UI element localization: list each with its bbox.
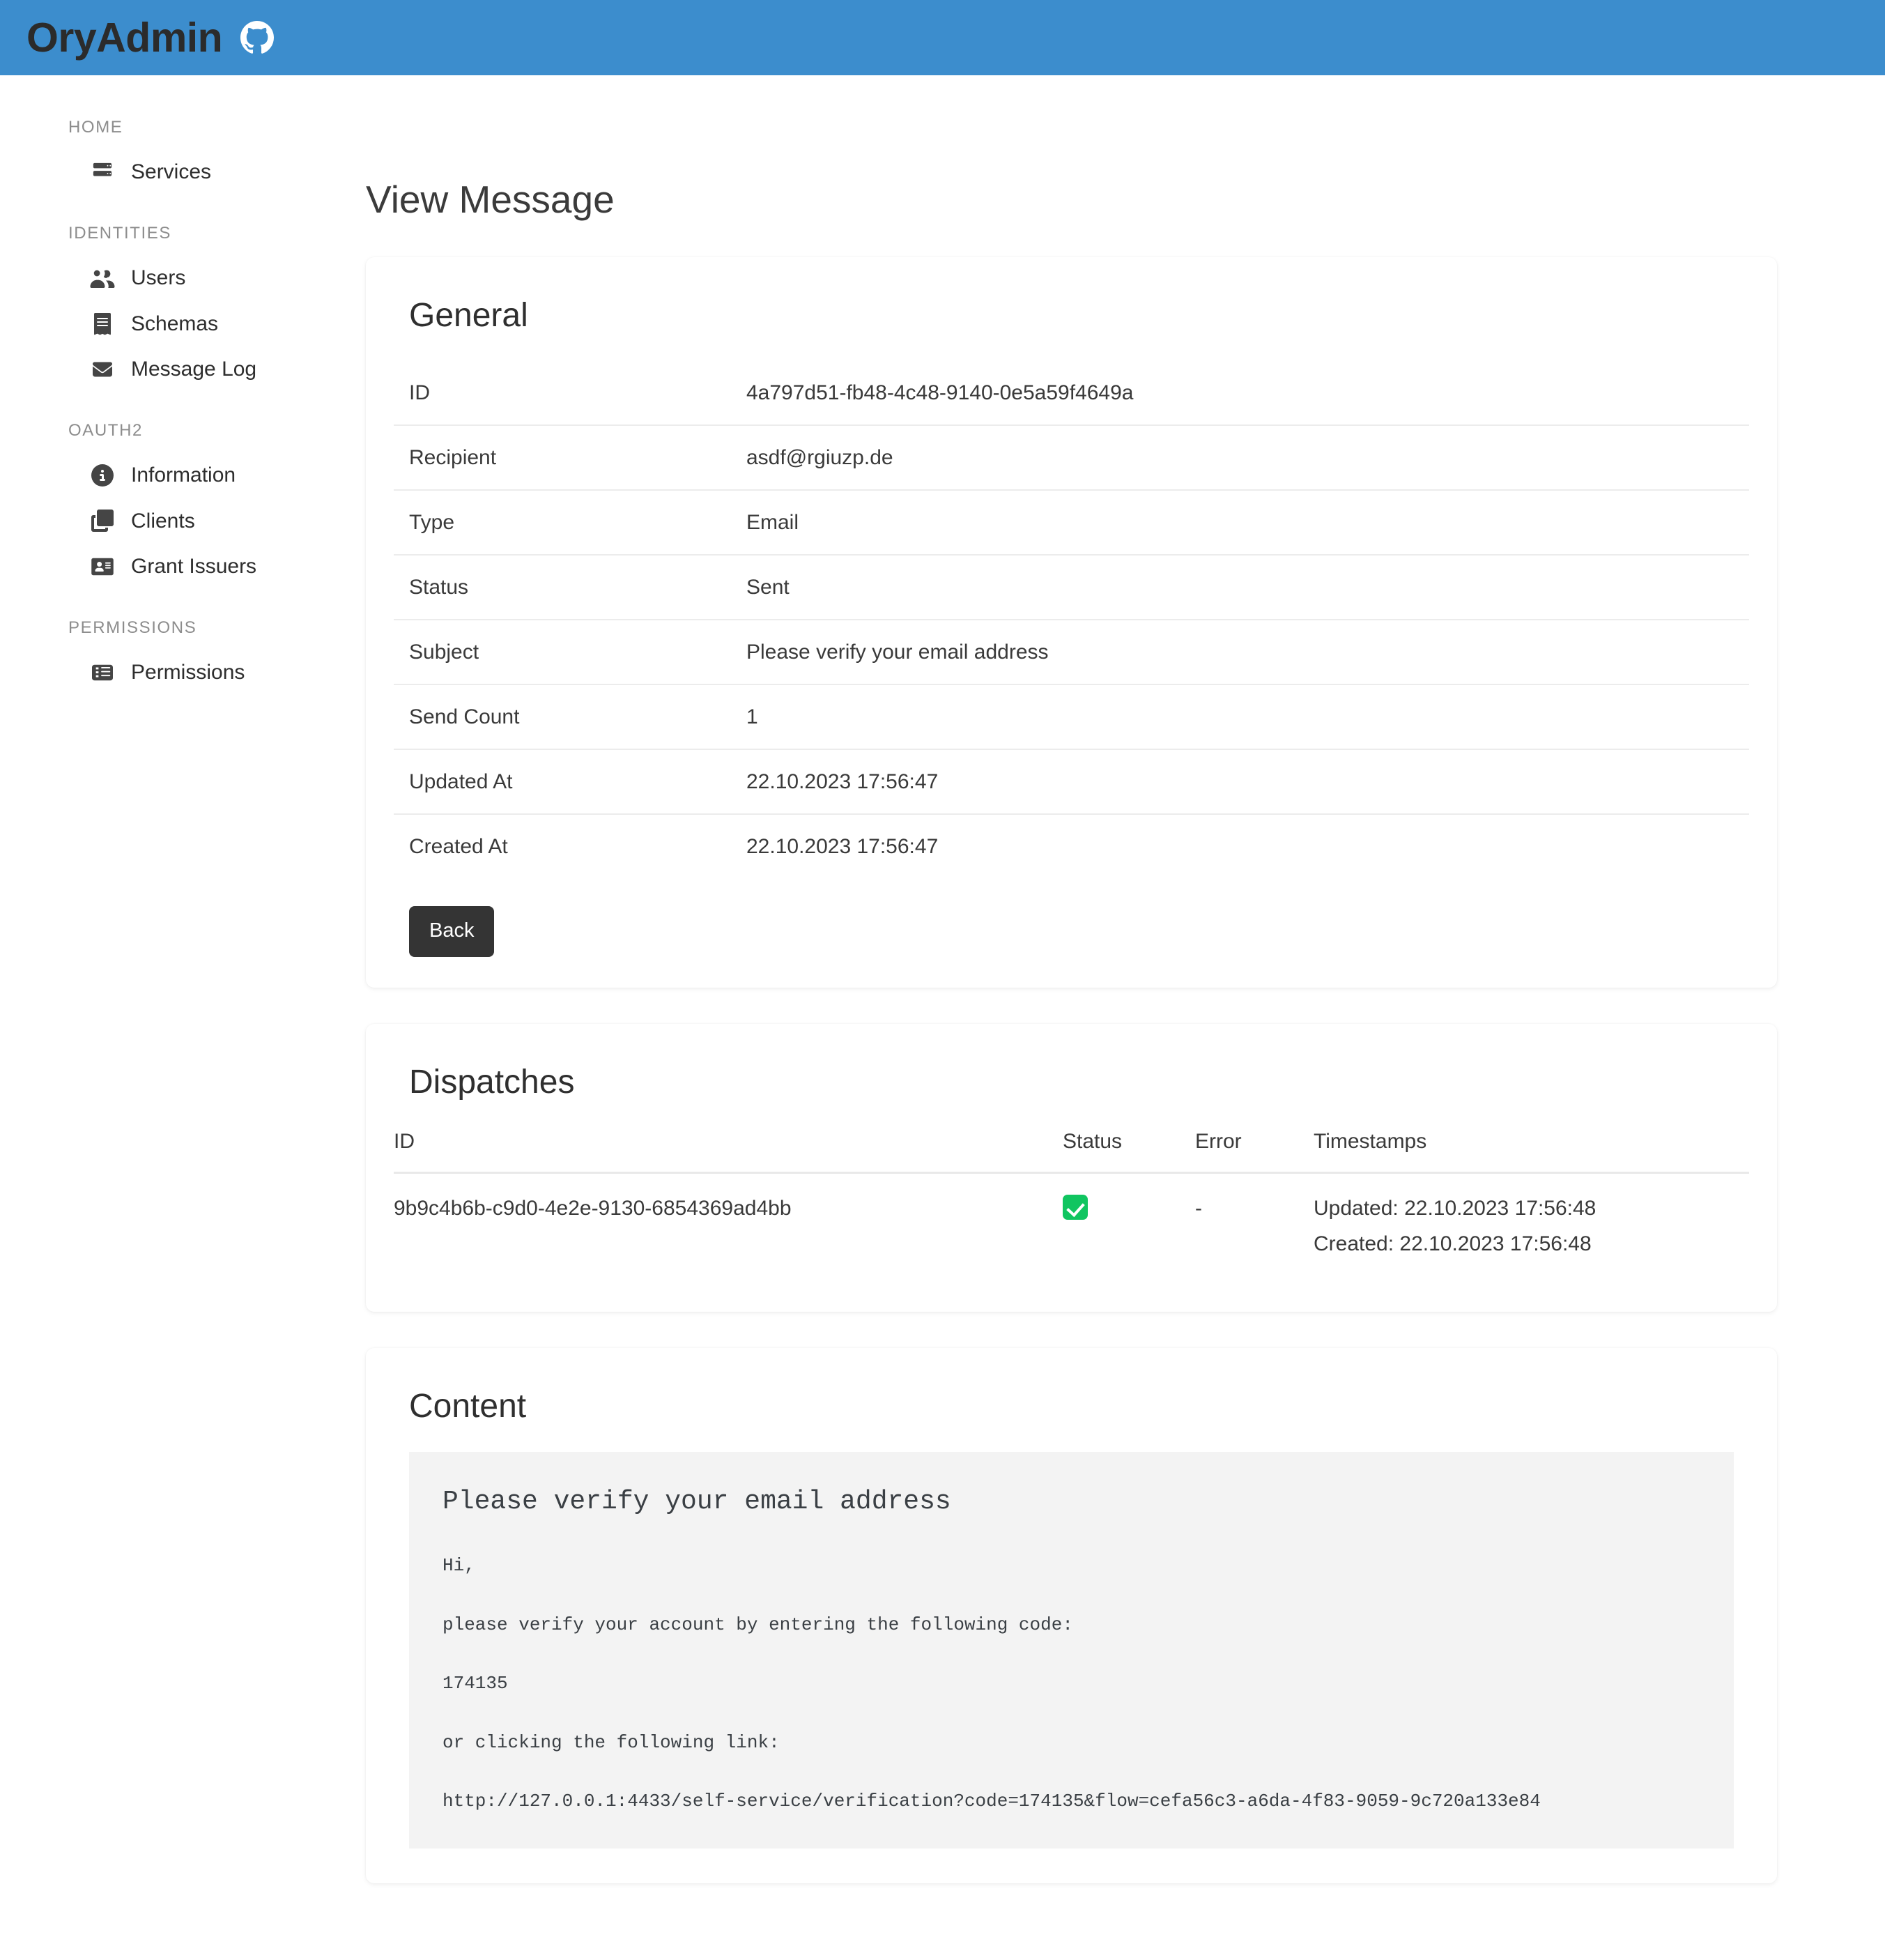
table-header-row: ID Status Error Timestamps <box>394 1127 1749 1174</box>
table-row: Status Sent <box>394 554 1749 620</box>
message-subject: Please verify your email address <box>443 1487 951 1517</box>
field-value: Please verify your email address <box>742 619 1749 685</box>
sidebar-item-label: Schemas <box>131 312 219 335</box>
general-heading: General <box>409 296 528 334</box>
field-value: asdf@rgiuzp.de <box>742 424 1749 491</box>
general-card: General ID 4a797d51-fb48-4c48-9140-0e5a5… <box>366 257 1777 988</box>
message-link: http://127.0.0.1:4433/self-service/verif… <box>443 1790 1541 1812</box>
sidebar-item-message-log[interactable]: Message Log <box>0 346 366 392</box>
field-label: Type <box>394 489 742 556</box>
top-navbar: OryAdmin <box>0 0 1885 75</box>
sidebar-section-oauth2: OAUTH2 <box>68 420 143 440</box>
sidebar-item-permissions[interactable]: Permissions <box>0 650 366 696</box>
table-row: 9b9c4b6b-c9d0-4e2e-9130-6854369ad4bb - U… <box>394 1172 1749 1281</box>
sidebar-section-permissions: PERMISSIONS <box>68 618 197 637</box>
table-row: Updated At 22.10.2023 17:56:47 <box>394 749 1749 815</box>
message-line: or clicking the following link: <box>443 1731 780 1753</box>
dispatch-error: - <box>1195 1196 1202 1220</box>
server-icon <box>89 160 116 184</box>
field-value: 22.10.2023 17:56:47 <box>746 834 939 858</box>
field-label: ID <box>394 360 742 426</box>
timestamp-created: Created: 22.10.2023 17:56:48 <box>1314 1232 1592 1255</box>
sidebar-item-grant-issuers[interactable]: Grant Issuers <box>0 544 366 590</box>
field-value: 4a797d51-fb48-4c48-9140-0e5a59f4649a <box>742 360 1749 426</box>
sidebar-item-label: Grant Issuers <box>131 555 257 579</box>
field-label: Recipient <box>394 424 742 491</box>
sidebar-section-identities: IDENTITIES <box>68 223 172 243</box>
dispatches-card: Dispatches ID Status Error Timestamps 9b… <box>366 1023 1777 1312</box>
field-label: Created At <box>409 834 508 858</box>
field-label: Send Count <box>394 684 742 750</box>
brand-title: OryAdmin <box>26 14 223 61</box>
table-row: Subject Please verify your email address <box>394 619 1749 685</box>
id-card-icon <box>89 555 116 579</box>
dispatch-status <box>1063 1172 1195 1281</box>
column-header-status: Status <box>1063 1127 1195 1174</box>
field-value: Sent <box>742 554 1749 620</box>
table-row: Send Count 1 <box>394 684 1749 750</box>
timestamp-updated: Updated: 22.10.2023 17:56:48 <box>1314 1196 1597 1220</box>
sidebar-item-label: Clients <box>131 509 195 533</box>
sidebar-item-label: Permissions <box>131 661 245 684</box>
field-label: Updated At <box>394 749 742 815</box>
field-value: 1 <box>742 684 1749 750</box>
field-value: Email <box>742 489 1749 556</box>
dispatches-heading: Dispatches <box>409 1063 575 1101</box>
table-row: ID 4a797d51-fb48-4c48-9140-0e5a59f4649a <box>394 360 1749 426</box>
content-heading: Content <box>409 1387 527 1425</box>
back-button[interactable]: Back <box>409 905 495 957</box>
column-header-timestamps: Timestamps <box>1314 1127 1749 1174</box>
schema-icon <box>89 312 116 336</box>
sidebar-section-home: HOME <box>68 118 123 137</box>
sidebar-item-label: Users <box>131 266 186 290</box>
sidebar: HOME Services IDENTITIES Users Schemas M… <box>0 75 366 696</box>
github-icon[interactable] <box>240 21 275 54</box>
sidebar-item-label: Services <box>131 160 212 184</box>
sidebar-item-clients[interactable]: Clients <box>0 498 366 544</box>
page-title: View Message <box>366 178 615 221</box>
column-header-id: ID <box>394 1127 1063 1174</box>
sidebar-item-information[interactable]: Information <box>0 452 366 498</box>
table-row: Created At 22.10.2023 17:56:47 <box>394 814 1749 878</box>
message-body: Please verify your email address Hi, ple… <box>409 1452 1734 1849</box>
field-label: Subject <box>394 619 742 685</box>
sidebar-item-users[interactable]: Users <box>0 255 366 301</box>
content-card: Content Please verify your email address… <box>366 1347 1777 1884</box>
message-line: please verify your account by entering t… <box>443 1614 1073 1635</box>
table-row: Type Email <box>394 489 1749 556</box>
info-circle-icon <box>89 464 116 487</box>
page-shell: HOME Services IDENTITIES Users Schemas M… <box>0 75 1885 1960</box>
sidebar-item-label: Information <box>131 464 236 487</box>
sidebar-item-services[interactable]: Services <box>0 149 366 195</box>
list-table-icon <box>89 661 116 684</box>
message-code: 174135 <box>443 1673 508 1694</box>
envelope-icon <box>89 358 116 381</box>
field-value: 22.10.2023 17:56:47 <box>742 749 1749 815</box>
dispatches-table: ID Status Error Timestamps 9b9c4b6b-c9d0… <box>394 1127 1749 1281</box>
sidebar-item-label: Message Log <box>131 358 257 381</box>
users-icon <box>89 266 116 290</box>
table-row: Recipient asdf@rgiuzp.de <box>394 424 1749 491</box>
sidebar-item-schemas[interactable]: Schemas <box>0 301 366 347</box>
message-line: Hi, <box>443 1555 475 1577</box>
green-check-icon <box>1063 1194 1088 1220</box>
field-label: Status <box>394 554 742 620</box>
general-table: ID 4a797d51-fb48-4c48-9140-0e5a59f4649a … <box>394 360 1749 878</box>
dispatch-timestamps: Updated: 22.10.2023 17:56:48 Created: 22… <box>1314 1172 1749 1281</box>
clients-icon <box>89 509 116 533</box>
dispatch-id: 9b9c4b6b-c9d0-4e2e-9130-6854369ad4bb <box>394 1196 792 1220</box>
column-header-error: Error <box>1195 1127 1314 1174</box>
main-content: View Message General ID 4a797d51-fb48-4c… <box>366 75 1885 1960</box>
